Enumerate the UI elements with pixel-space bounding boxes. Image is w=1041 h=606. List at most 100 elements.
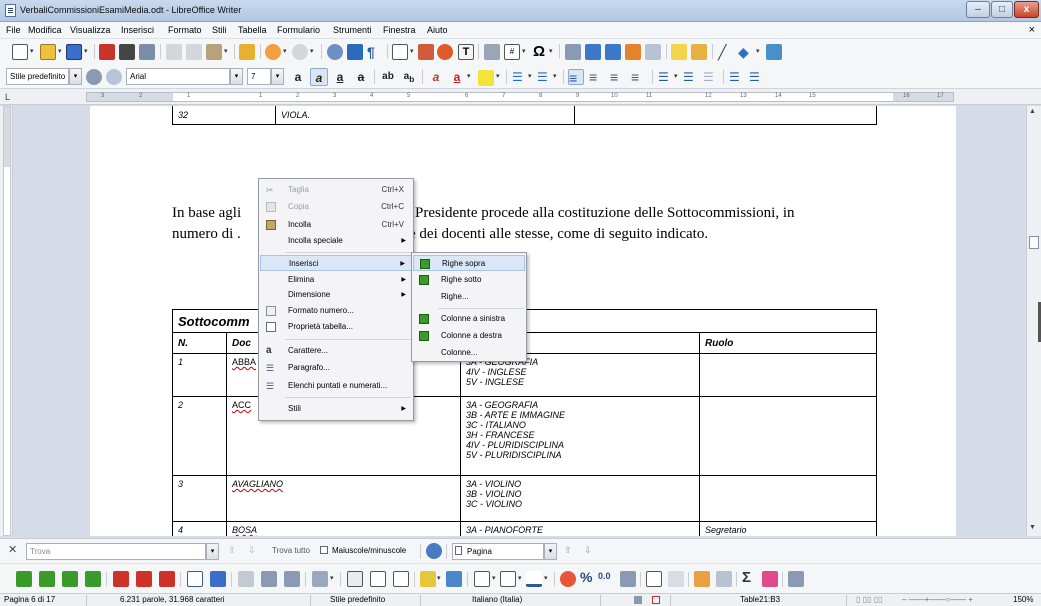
sort-icon[interactable]	[694, 571, 710, 587]
delete-rows-icon[interactable]	[113, 571, 129, 587]
insert-chart-icon[interactable]	[437, 44, 453, 60]
header-cell[interactable]: Ruolo	[699, 332, 877, 354]
table-cell[interactable]: 2	[172, 396, 227, 476]
menu-item-inserisci[interactable]: Inserisci ▶	[260, 255, 412, 271]
menu-strumenti[interactable]: Strumenti	[333, 25, 372, 35]
basic-shapes-icon[interactable]: ◆	[738, 44, 754, 60]
split-table-icon[interactable]	[284, 571, 300, 587]
search-in-dropdown[interactable]: ▾	[544, 543, 557, 560]
new-dropdown-icon[interactable]: ▾	[30, 44, 37, 60]
field-dropdown-icon[interactable]: ▾	[522, 44, 529, 60]
vertical-ruler[interactable]	[0, 106, 13, 536]
insert-endnote-icon[interactable]	[605, 44, 621, 60]
ruler-strip[interactable]: 3 2 1 1 2 3 4 5 6 7 8 9 10 11 12 13 14 1…	[86, 92, 954, 102]
menu-item-stili[interactable]: Stili ▶	[260, 401, 412, 417]
table-cell[interactable]	[574, 106, 877, 125]
table-dropdown-icon[interactable]: ▾	[410, 44, 417, 60]
scrollbar-thumb[interactable]	[1029, 236, 1039, 249]
submenu-item-righe-sopra[interactable]: Righe sopra	[413, 255, 525, 271]
table-dialog-icon[interactable]	[788, 571, 804, 587]
align-bottom-icon[interactable]	[393, 571, 409, 587]
bullets-dropdown-icon[interactable]: ▾	[528, 69, 535, 85]
font-size-dropdown[interactable]: ▾	[271, 68, 284, 85]
menu-item-incolla-speciale[interactable]: Incolla speciale ▶	[260, 233, 412, 249]
document-modified-icon[interactable]	[652, 596, 660, 604]
new-document-icon[interactable]	[12, 44, 28, 60]
subscript-button[interactable]: ab	[400, 68, 418, 86]
sum-icon[interactable]: Σ	[742, 569, 758, 586]
close-find-icon[interactable]: ✕	[8, 543, 17, 556]
optimize-size-icon[interactable]	[312, 571, 328, 587]
menu-item-incolla[interactable]: Incolla Ctrl+V	[260, 217, 412, 233]
insert-table-icon[interactable]	[392, 44, 408, 60]
align-right-icon[interactable]: ≡	[610, 69, 626, 85]
redo-dropdown-icon[interactable]: ▾	[310, 44, 317, 60]
page-indicator[interactable]: Pagina 6 di 17	[4, 595, 55, 604]
insert-bookmark-icon[interactable]	[625, 44, 641, 60]
insert-caption-icon[interactable]	[668, 571, 684, 587]
number-format-standard-icon[interactable]	[620, 571, 636, 587]
paragraph-line-1-end[interactable]: Presidente procede alla costituzione del…	[415, 203, 795, 224]
table-cell[interactable]: 3	[172, 475, 227, 522]
paragraph-line-2-end[interactable]: e dei docenti alle stesse, come di segui…	[409, 224, 708, 245]
menu-tabella[interactable]: Tabella	[238, 25, 267, 35]
table-cell[interactable]: 1	[172, 353, 227, 397]
match-case-checkbox[interactable]	[320, 546, 328, 554]
font-name-dropdown[interactable]: ▾	[230, 68, 243, 85]
redo-icon[interactable]	[292, 44, 308, 60]
menu-item-elimina[interactable]: Elimina ▶	[260, 272, 412, 288]
navigate-next-icon[interactable]: ⇩	[584, 545, 592, 556]
border-style-icon[interactable]	[500, 571, 516, 587]
special-character-icon[interactable]: Ω	[531, 44, 547, 60]
copy-icon[interactable]	[186, 44, 202, 60]
navigate-previous-icon[interactable]: ⇧	[564, 545, 572, 556]
underline-button[interactable]: a	[331, 68, 349, 86]
line-spacing-icon[interactable]: ☰	[658, 69, 674, 85]
insert-field-icon[interactable]: #	[504, 44, 520, 60]
menu-finestra[interactable]: Finestra	[383, 25, 416, 35]
table-cell-background-icon[interactable]	[560, 571, 576, 587]
increase-indent-icon[interactable]: ☰	[729, 69, 745, 85]
show-draw-functions-icon[interactable]	[766, 44, 782, 60]
find-replace-icon[interactable]	[426, 543, 442, 559]
open-folder-icon[interactable]	[40, 44, 56, 60]
number-recognition-icon[interactable]	[646, 571, 662, 587]
table-cell[interactable]	[699, 396, 877, 476]
open-dropdown-icon[interactable]: ▾	[58, 44, 65, 60]
menu-item-copia[interactable]: Copia Ctrl+C	[260, 199, 412, 215]
center-vertically-icon[interactable]	[370, 571, 386, 587]
scroll-down-icon[interactable]: ▼	[1029, 524, 1036, 531]
menu-file[interactable]: File	[6, 25, 21, 35]
select-table-icon[interactable]	[210, 571, 226, 587]
formula-icon[interactable]	[762, 571, 778, 587]
split-cells-icon[interactable]	[261, 571, 277, 587]
optimize-dropdown-icon[interactable]: ▾	[330, 571, 337, 587]
insert-formula-icon[interactable]	[716, 571, 732, 587]
borders-dropdown-icon[interactable]: ▾	[492, 571, 499, 587]
font-color-button[interactable]: a	[448, 68, 466, 86]
menu-item-dimensione[interactable]: Dimensione ▶	[260, 287, 412, 303]
menu-item-taglia[interactable]: ✂ Taglia Ctrl+X	[260, 182, 412, 198]
delete-table-icon[interactable]	[159, 571, 175, 587]
insert-textbox-icon[interactable]: T	[458, 44, 474, 60]
table-cell[interactable]	[699, 475, 877, 522]
find-history-dropdown[interactable]: ▾	[206, 543, 219, 560]
font-color-dropdown-icon[interactable]: ▾	[467, 69, 474, 85]
maximize-button[interactable]: □	[991, 1, 1013, 18]
special-character-dropdown-icon[interactable]: ▾	[549, 44, 556, 60]
view-layout-icon[interactable]: ▯ ▯▯ ▯▯	[856, 595, 882, 604]
spelling-icon[interactable]	[347, 44, 363, 60]
find-replace-icon[interactable]	[327, 44, 343, 60]
line-spacing-dropdown-icon[interactable]: ▾	[674, 69, 681, 85]
insert-image-icon[interactable]	[418, 44, 434, 60]
menu-formulario[interactable]: Formulario	[277, 25, 320, 35]
close-document-icon[interactable]: ×	[1029, 24, 1035, 36]
table-autoformat-icon[interactable]	[420, 571, 436, 587]
save-icon[interactable]	[66, 44, 82, 60]
submenu-item-righe-sotto[interactable]: Righe sotto	[413, 272, 525, 288]
header-cell[interactable]: N.	[172, 332, 227, 354]
percent-format-icon[interactable]: %	[580, 569, 596, 585]
print-preview-icon[interactable]	[139, 44, 155, 60]
undo-dropdown-icon[interactable]: ▾	[283, 44, 290, 60]
insert-comment-icon[interactable]	[671, 44, 687, 60]
